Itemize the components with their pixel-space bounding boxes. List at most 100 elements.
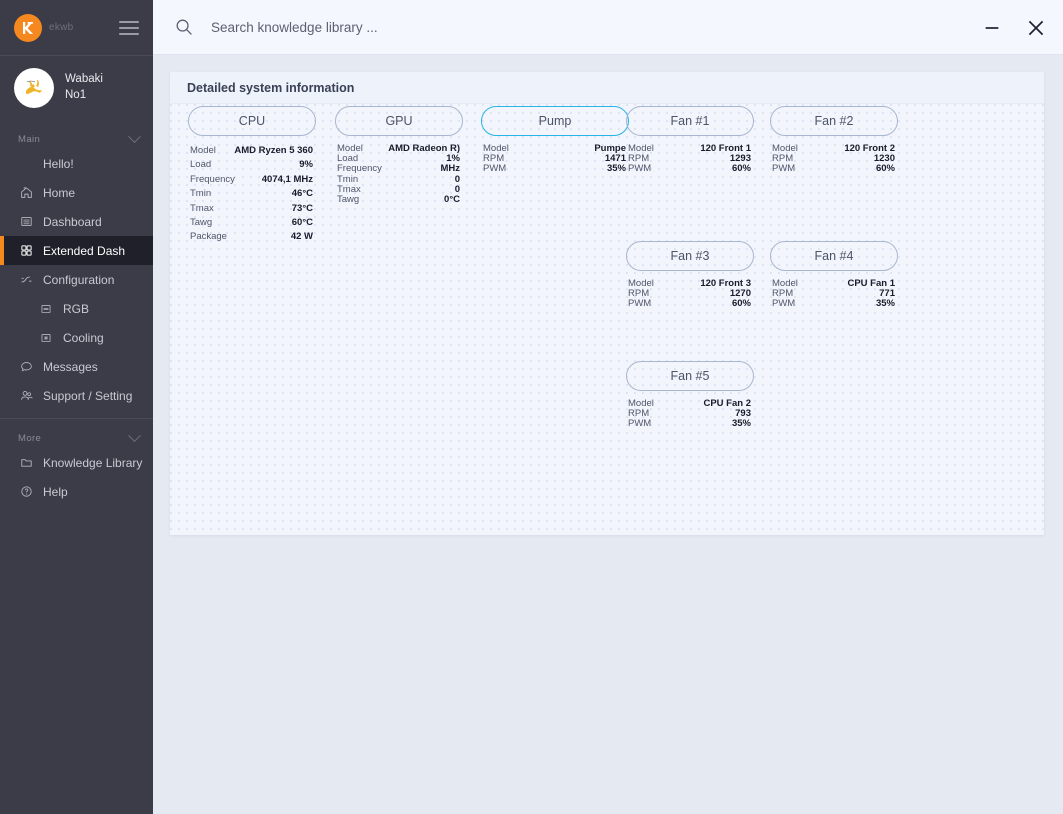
sidebar-item-support-setting[interactable]: Support / Setting <box>0 381 153 410</box>
sensor-row-value: 1230 <box>873 154 895 165</box>
sidebar-item-rgb[interactable]: RGB <box>0 294 153 323</box>
sidebar-divider <box>0 418 153 419</box>
sensor-row-key: Model <box>628 279 654 289</box>
sidebar-section-more: More Knowledge Library Help <box>0 429 153 506</box>
sensor-row-key: Model <box>628 144 654 154</box>
sidebar-section-label: Main <box>18 134 41 145</box>
main-area: Detailed system information CPU Model AMD … <box>153 0 1063 814</box>
sensor-row-value: 1% <box>446 154 460 165</box>
chevron-down-icon <box>128 130 141 144</box>
sensor-card-title-fan3[interactable]: Fan #3 <box>626 241 754 271</box>
sensor-card-title-fan4[interactable]: Fan #4 <box>770 241 898 271</box>
sensor-row-value: 60% <box>875 164 895 175</box>
sensor-row: Model AMD Ryzen 5 360 <box>190 144 313 158</box>
sensor-row-value: AMD Ryzen 5 360 <box>234 145 313 156</box>
sidebar-item-dashboard[interactable]: Dashboard <box>0 207 153 236</box>
sensor-row-key: PWM <box>628 299 652 310</box>
sensor-row: PWM 35% <box>772 299 895 309</box>
sidebar-item-label: Extended Dash <box>43 243 126 258</box>
sidebar-section-header-more[interactable]: More <box>0 429 153 448</box>
sensor-card-rows: Model CPU Fan 2 RPM 793 PWM 35% <box>626 399 754 430</box>
sidebar-item-help[interactable]: Help <box>0 477 153 506</box>
sensor-row-key: Model <box>772 279 798 289</box>
rgb-icon <box>38 303 54 315</box>
sensor-row-key: Frequency <box>337 164 382 175</box>
sensor-card-fan1: Fan #1 Model 120 Front 1 RPM 1293 PWM 60% <box>626 106 754 175</box>
sidebar-item-hello[interactable]: Hello! <box>0 149 153 178</box>
sidebar-section-main: Main Hello! Home Dashboard Extended Dash Conf… <box>0 130 153 410</box>
sidebar-item-label: Home <box>43 185 76 200</box>
sensor-card-rows: Model Pumpe RPM 1471 PWM 35% <box>481 144 629 175</box>
sensor-card-fan3: Fan #3 Model 120 Front 3 RPM 1270 PWM 60% <box>626 241 754 310</box>
sensor-card-fan2: Fan #2 Model 120 Front 2 RPM 1230 PWM 60% <box>770 106 898 175</box>
sensor-card-pump: Pump Model Pumpe RPM 1471 PWM 35% <box>481 106 629 175</box>
sidebar-item-extended-dash[interactable]: Extended Dash <box>0 236 153 265</box>
sidebar-section-label: More <box>18 433 42 444</box>
sensor-row: RPM 1293 <box>628 154 751 164</box>
search-input[interactable] <box>211 19 731 35</box>
sidebar-section-header-main[interactable]: Main <box>0 130 153 149</box>
sensor-card-title-cpu[interactable]: CPU <box>188 106 316 136</box>
dashboard-icon <box>18 215 34 228</box>
sidebar-item-knowledge-library[interactable]: Knowledge Library <box>0 448 153 477</box>
sensor-card-title-pump[interactable]: Pump <box>481 106 629 136</box>
brand-header: ekwb <box>0 0 153 55</box>
sidebar-item-label: RGB <box>63 301 90 316</box>
sensor-row: PWM 35% <box>628 419 751 429</box>
sensor-row: Model 120 Front 3 <box>628 279 751 289</box>
sensor-card-rows: Model 120 Front 2 RPM 1230 PWM 60% <box>770 144 898 175</box>
sidebar-item-home[interactable]: Home <box>0 178 153 207</box>
sensor-row: Model 120 Front 2 <box>772 144 895 154</box>
sensor-card-title-fan1[interactable]: Fan #1 <box>626 106 754 136</box>
sensor-row-key: Package <box>190 231 227 243</box>
sliders-icon <box>18 273 34 286</box>
hamburger-icon[interactable] <box>119 20 139 35</box>
help-icon <box>18 485 34 498</box>
user-profile[interactable]: Wabaki No1 <box>0 56 153 120</box>
search-icon <box>175 18 193 36</box>
sensor-row-key: RPM <box>772 154 794 165</box>
sensor-row: Frequency MHz <box>337 164 460 174</box>
ek-logo-icon[interactable] <box>14 13 42 42</box>
close-icon[interactable] <box>1023 15 1049 41</box>
sensor-row-key: PWM <box>772 164 796 175</box>
sidebar-item-label: Configuration <box>43 272 115 287</box>
app-window: ekwb Wabaki No1 Main Hello! Home Dashboa… <box>0 0 1063 814</box>
sidebar-item-label: Messages <box>43 359 98 374</box>
sidebar-item-cooling[interactable]: Cooling <box>0 323 153 352</box>
sensor-card-title-fan2[interactable]: Fan #2 <box>770 106 898 136</box>
sensor-row: Model 120 Front 1 <box>628 144 751 154</box>
sensor-card-rows: Model CPU Fan 1 RPM 771 PWM 35% <box>770 279 898 310</box>
sensor-row-key: Tmax <box>337 184 361 195</box>
sensor-row-key: Load <box>190 159 212 171</box>
message-icon <box>18 360 34 373</box>
sensor-row-value: 0°C <box>444 195 460 206</box>
sensor-row-value: CPU Fan 1 <box>847 279 895 289</box>
detailed-system-information-panel: Detailed system information CPU Model AMD … <box>170 72 1044 535</box>
sensor-row-value: 771 <box>879 289 895 300</box>
minimize-icon[interactable] <box>979 15 1005 41</box>
sensor-row-key: Frequency <box>190 173 235 185</box>
profile-line-2: No1 <box>65 89 87 101</box>
sensor-card-title-gpu[interactable]: GPU <box>335 106 463 136</box>
sensor-row-key: Tmin <box>190 188 212 200</box>
sensor-row-key: Model <box>772 144 798 154</box>
sensor-row: Tmax 73°C <box>190 202 313 216</box>
sensor-row-value: 60% <box>731 299 751 310</box>
sensor-row-value: 120 Front 1 <box>700 144 751 154</box>
sensor-row-key: Tmin <box>337 174 359 185</box>
sensor-card-title-fan5[interactable]: Fan #5 <box>626 361 754 391</box>
sidebar-item-messages[interactable]: Messages <box>0 352 153 381</box>
user-avatar <box>14 68 54 108</box>
sidebar-item-label: Cooling <box>63 330 104 345</box>
sensor-row-key: Tawg <box>190 217 213 229</box>
sensor-row: Tmax 0 <box>337 185 460 195</box>
sidebar-item-configuration[interactable]: Configuration <box>0 265 153 294</box>
sensor-row-value: CPU Fan 2 <box>703 399 751 409</box>
sensor-row-value: 35% <box>875 299 895 310</box>
sensor-row: Tawg 60°C <box>190 216 313 230</box>
sensor-row-value: 35% <box>606 164 626 175</box>
panel-header: Detailed system information <box>170 72 1044 104</box>
sensor-row: Tmin 46°C <box>190 187 313 201</box>
sensor-card-gpu: GPU Model AMD Radeon R) Load 1% Frequency MHz T… <box>335 106 463 205</box>
